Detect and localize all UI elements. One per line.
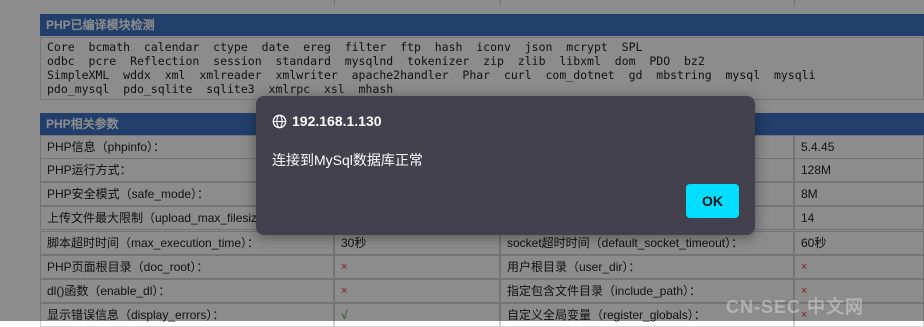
dialog-origin-text: 192.168.1.130 xyxy=(292,113,382,129)
dialog-message: 连接到MySql数据库正常 xyxy=(272,152,423,168)
alert-dialog: 192.168.1.130 连接到MySql数据库正常 OK xyxy=(256,96,755,235)
dialog-origin: 192.168.1.130 xyxy=(272,111,382,131)
globe-icon xyxy=(272,114,287,128)
ok-button[interactable]: OK xyxy=(686,184,739,218)
watermark-logo: CN-SEC 中文网 xyxy=(726,297,865,317)
